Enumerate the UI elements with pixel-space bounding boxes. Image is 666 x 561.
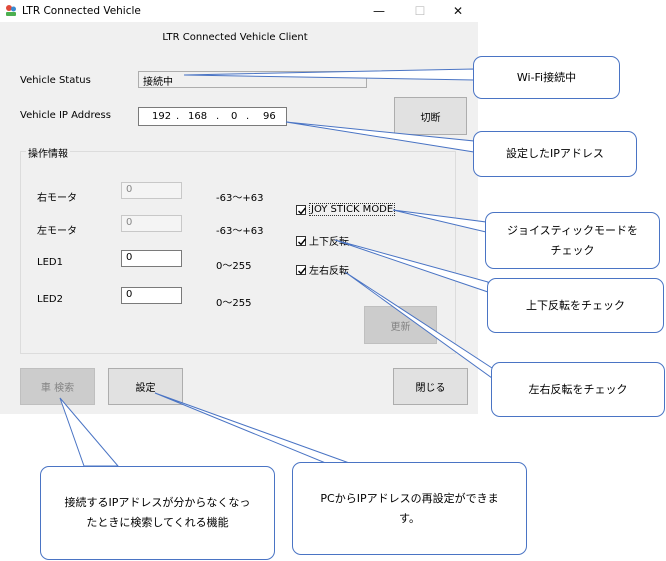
wifi-callout-pointer: [183, 68, 475, 81]
joystick-callout-line2: チェック: [550, 243, 595, 257]
search-callout: 接続するIPアドレスが分からなくなっ たときに検索してくれる機能: [40, 466, 275, 560]
joystick-callout-line1: ジョイスティックモードを: [506, 223, 638, 237]
leftright-callout-pointer: [344, 271, 493, 379]
ip-callout-text: 設定したIPアドレス: [506, 147, 604, 160]
search-callout-line1: 接続するIPアドレスが分からなくなっ: [64, 496, 251, 509]
leftright-callout: 左右反転をチェック: [491, 362, 665, 417]
updown-callout: 上下反転をチェック: [487, 278, 664, 333]
joystick-callout-pointer: [392, 209, 487, 233]
search-callout-pointer: [59, 397, 120, 467]
updown-callout-pointer: [334, 239, 489, 293]
reset-callout-pointer: [154, 392, 353, 465]
updown-callout-text: 上下反転をチェック: [526, 298, 625, 312]
leftright-callout-text: 左右反転をチェック: [528, 382, 628, 396]
ip-callout-pointer: [285, 121, 475, 153]
reset-callout: PCからIPアドレスの再設定ができま す。: [292, 462, 527, 555]
search-callout-line2: たときに検索してくれる機能: [86, 516, 229, 529]
joystick-callout: ジョイスティックモードを チェック: [485, 212, 660, 269]
reset-callout-line1: PCからIPアドレスの再設定ができま: [320, 491, 499, 505]
ip-callout: 設定したIPアドレス: [473, 131, 637, 177]
wifi-callout: Wi-Fi接続中: [473, 56, 620, 99]
wifi-callout-text: Wi-Fi接続中: [516, 70, 577, 84]
reset-callout-line2: す。: [399, 511, 420, 525]
